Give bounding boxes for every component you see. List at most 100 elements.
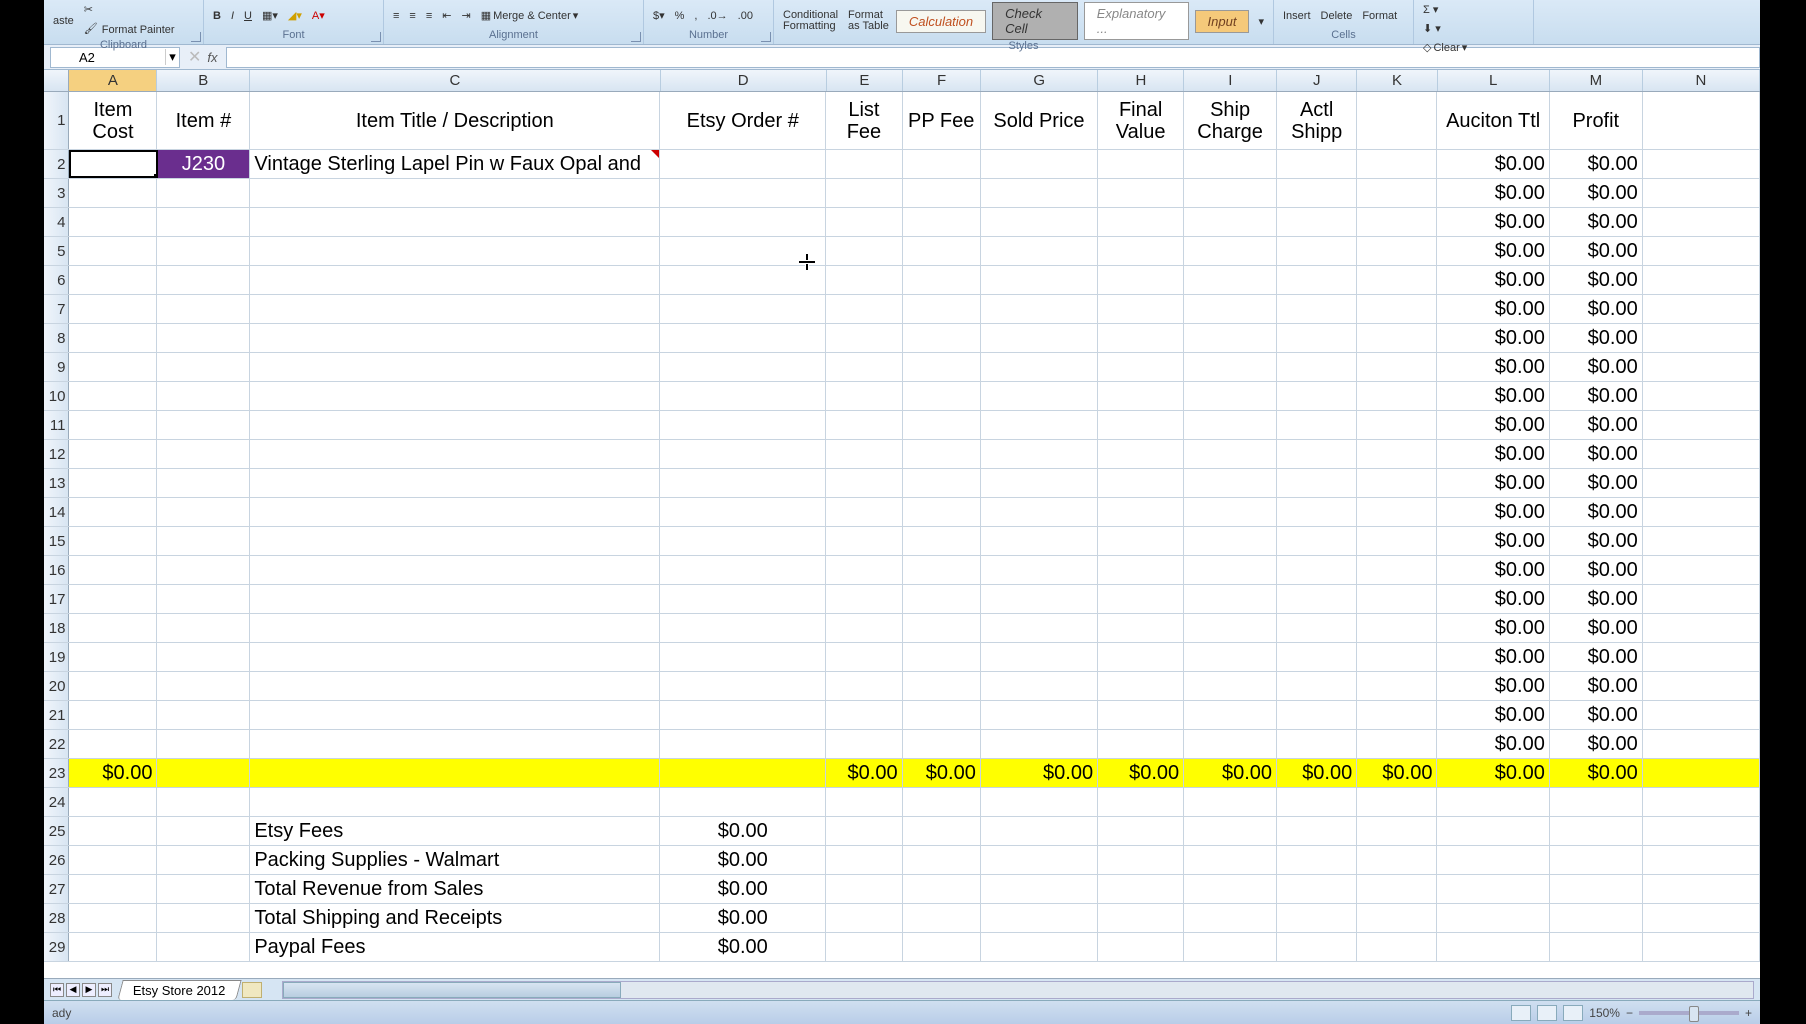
cell-L9[interactable]: $0.00	[1437, 353, 1549, 381]
cell-M11[interactable]: $0.00	[1550, 411, 1643, 439]
cell-G9[interactable]	[981, 353, 1098, 381]
cell-L20[interactable]: $0.00	[1437, 672, 1549, 700]
cell-L2[interactable]: $0.00	[1437, 150, 1549, 178]
cell-G11[interactable]	[981, 411, 1098, 439]
cell-G2[interactable]	[981, 150, 1098, 178]
cell-F8[interactable]	[903, 324, 981, 352]
tab-first-button[interactable]: ⏮	[50, 983, 64, 997]
cell-E24[interactable]	[826, 788, 902, 816]
cell-M27[interactable]	[1550, 875, 1643, 903]
col-J[interactable]: J	[1277, 70, 1357, 91]
cell-M16[interactable]: $0.00	[1550, 556, 1643, 584]
percent-button[interactable]: %	[672, 9, 688, 23]
cell-H25[interactable]	[1098, 817, 1184, 845]
cut-button[interactable]: ✂	[81, 2, 178, 20]
cell-J18[interactable]	[1277, 614, 1357, 642]
cell-N16[interactable]	[1643, 556, 1760, 584]
cell-H26[interactable]	[1098, 846, 1184, 874]
cell-I25[interactable]	[1184, 817, 1277, 845]
cell-A19[interactable]	[69, 643, 157, 671]
cell-B11[interactable]	[157, 411, 250, 439]
font-color-button[interactable]: A▾	[309, 8, 328, 23]
row-header-24[interactable]: 24	[44, 788, 69, 816]
cell-A28[interactable]	[69, 904, 157, 932]
cell-M13[interactable]: $0.00	[1550, 469, 1643, 497]
col-C[interactable]: C	[250, 70, 660, 91]
cell-C21[interactable]	[250, 701, 660, 729]
cell-B21[interactable]	[157, 701, 250, 729]
row-header-6[interactable]: 6	[44, 266, 69, 294]
clear-button[interactable]: ◇ Clear ▾	[1420, 40, 1470, 55]
cell-D27[interactable]: $0.00	[660, 875, 826, 903]
cell-J21[interactable]	[1277, 701, 1357, 729]
cell-J14[interactable]	[1277, 498, 1357, 526]
currency-button[interactable]: $▾	[650, 8, 668, 23]
cell-G29[interactable]	[981, 933, 1098, 961]
cell-F12[interactable]	[903, 440, 981, 468]
cell-C16[interactable]	[250, 556, 660, 584]
cell-C9[interactable]	[250, 353, 660, 381]
zoom-in-button[interactable]: +	[1745, 1006, 1752, 1020]
cell-E18[interactable]	[826, 614, 902, 642]
cell-N24[interactable]	[1643, 788, 1760, 816]
row-header-23[interactable]: 23	[44, 759, 69, 787]
cell-F10[interactable]	[903, 382, 981, 410]
cell-M21[interactable]: $0.00	[1550, 701, 1643, 729]
cell-D2[interactable]	[660, 150, 826, 178]
cell-C8[interactable]	[250, 324, 660, 352]
cell-F23[interactable]: $0.00	[903, 759, 981, 787]
cell-M20[interactable]: $0.00	[1550, 672, 1643, 700]
paste-button[interactable]: aste	[50, 14, 77, 28]
cell-M9[interactable]: $0.00	[1550, 353, 1643, 381]
cell-A27[interactable]	[69, 875, 157, 903]
cell-C25[interactable]: Etsy Fees	[250, 817, 660, 845]
cell-H14[interactable]	[1098, 498, 1184, 526]
cell-F6[interactable]	[903, 266, 981, 294]
cell-B25[interactable]	[157, 817, 250, 845]
cell-E26[interactable]	[826, 846, 902, 874]
cell-I16[interactable]	[1184, 556, 1277, 584]
fill-color-button[interactable]: ◢▾	[285, 8, 305, 23]
cell-K9[interactable]	[1357, 353, 1437, 381]
cell-I3[interactable]	[1184, 179, 1277, 207]
cell-D23[interactable]	[660, 759, 826, 787]
align-left-button[interactable]: ≡	[390, 9, 402, 23]
cell-C6[interactable]	[250, 266, 660, 294]
cell-B27[interactable]	[157, 875, 250, 903]
cell-N23[interactable]	[1643, 759, 1760, 787]
font-launcher[interactable]	[371, 32, 381, 42]
cell-A2[interactable]	[69, 150, 157, 178]
cell-D10[interactable]	[660, 382, 826, 410]
cell-M8[interactable]: $0.00	[1550, 324, 1643, 352]
cell-B9[interactable]	[157, 353, 250, 381]
cell-L29[interactable]	[1437, 933, 1549, 961]
cell-H11[interactable]	[1098, 411, 1184, 439]
cell-B2[interactable]: J230	[158, 150, 251, 178]
cell-C18[interactable]	[250, 614, 660, 642]
cell-J4[interactable]	[1277, 208, 1357, 236]
cell-J10[interactable]	[1277, 382, 1357, 410]
tab-last-button[interactable]: ⏭	[98, 983, 112, 997]
cell-D16[interactable]	[660, 556, 826, 584]
cell-E7[interactable]	[826, 295, 902, 323]
cell-B26[interactable]	[157, 846, 250, 874]
cell-C2[interactable]: Vintage Sterling Lapel Pin w Faux Opal a…	[250, 150, 660, 178]
cell-H15[interactable]	[1098, 527, 1184, 555]
cell-I21[interactable]	[1184, 701, 1277, 729]
cell-D29[interactable]: $0.00	[660, 933, 826, 961]
format-as-table-button[interactable]: Format as Table	[845, 9, 892, 33]
cell-G19[interactable]	[981, 643, 1098, 671]
cell-K14[interactable]	[1357, 498, 1437, 526]
cell-G7[interactable]	[981, 295, 1098, 323]
new-sheet-button[interactable]	[242, 982, 262, 998]
cell-D7[interactable]	[660, 295, 826, 323]
col-D[interactable]: D	[661, 70, 827, 91]
cell-G4[interactable]	[981, 208, 1098, 236]
cell-E21[interactable]	[826, 701, 902, 729]
cell-L19[interactable]: $0.00	[1437, 643, 1549, 671]
cell-C22[interactable]	[250, 730, 660, 758]
cell-H24[interactable]	[1098, 788, 1184, 816]
row-header-21[interactable]: 21	[44, 701, 69, 729]
styles-more-button[interactable]: ▾	[1255, 14, 1267, 29]
cell-I29[interactable]	[1184, 933, 1277, 961]
